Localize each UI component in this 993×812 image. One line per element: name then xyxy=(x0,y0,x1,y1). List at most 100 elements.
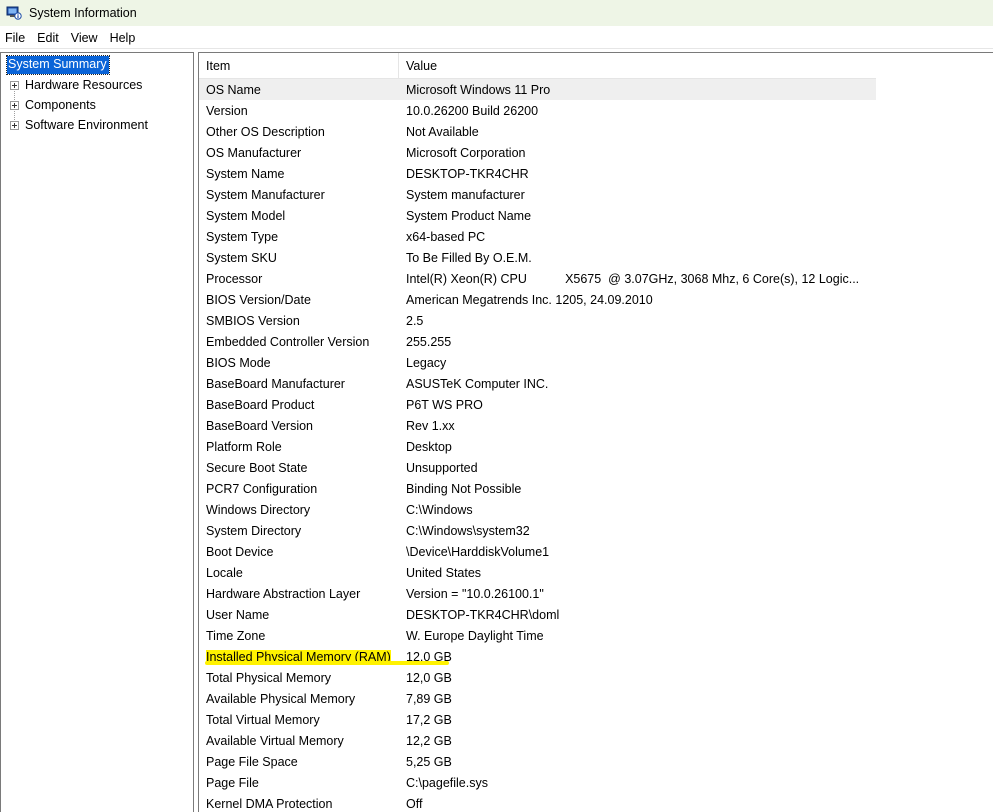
row-value: x64-based PC xyxy=(406,229,486,244)
row-item: Boot Device xyxy=(199,545,399,559)
system-information-icon xyxy=(6,5,22,21)
row-item-text: BaseBoard Manufacturer xyxy=(206,376,345,391)
table-row[interactable]: Processor Intel(R) Xeon(R) CPU X5675 @ 3.… xyxy=(199,268,876,289)
table-row[interactable]: System Model System Product Name xyxy=(199,205,876,226)
row-value: Version = "10.0.26100.1" xyxy=(406,586,544,601)
table-row[interactable]: System Name DESKTOP-TKR4CHR xyxy=(199,163,876,184)
window-title: System Information xyxy=(29,6,137,20)
row-item: Hardware Abstraction Layer xyxy=(199,587,399,601)
row-item: Page File xyxy=(199,776,399,790)
list-header: Item Value xyxy=(199,53,876,79)
table-row[interactable]: Other OS Description Not Available xyxy=(199,121,876,142)
table-row[interactable]: System Directory C:\Windows\system32 xyxy=(199,520,876,541)
tree-item-label: Components xyxy=(25,98,96,112)
expand-icon[interactable] xyxy=(10,121,19,130)
row-item-text: Boot Device xyxy=(206,544,274,559)
row-item: Available Virtual Memory xyxy=(199,734,399,748)
table-row[interactable]: Available Virtual Memory 12,2 GB xyxy=(199,730,876,751)
row-item-text: OS Name xyxy=(206,82,261,97)
menu-view[interactable]: View xyxy=(66,31,105,45)
row-item: Total Physical Memory xyxy=(199,671,399,685)
table-row[interactable]: PCR7 Configuration Binding Not Possible xyxy=(199,478,876,499)
table-row[interactable]: Windows Directory C:\Windows xyxy=(199,499,876,520)
row-item-text: Secure Boot State xyxy=(206,460,308,475)
row-value: Intel(R) Xeon(R) CPU X5675 @ 3.07GHz, 30… xyxy=(406,271,860,286)
row-value: 12,0 GB xyxy=(406,649,452,664)
row-item-text: Platform Role xyxy=(206,439,282,454)
table-row[interactable]: Platform Role Desktop xyxy=(199,436,876,457)
row-item: System Model xyxy=(199,209,399,223)
row-item-text: PCR7 Configuration xyxy=(206,481,318,496)
table-row[interactable]: Secure Boot State Unsupported xyxy=(199,457,876,478)
row-value: Rev 1.xx xyxy=(406,418,455,433)
details-list[interactable]: Item Value OS Name Microsoft Windows 11 P… xyxy=(198,52,993,812)
table-row[interactable]: Total Physical Memory 12,0 GB xyxy=(199,667,876,688)
row-item: BIOS Mode xyxy=(199,356,399,370)
table-row[interactable]: User Name DESKTOP-TKR4CHR\doml xyxy=(199,604,876,625)
menu-help[interactable]: Help xyxy=(105,31,143,45)
row-value: 2.5 xyxy=(406,313,424,328)
table-row[interactable]: Time Zone W. Europe Daylight Time xyxy=(199,625,876,646)
row-item: Time Zone xyxy=(199,629,399,643)
row-item-text: Hardware Abstraction Layer xyxy=(206,586,361,601)
table-row[interactable]: Embedded Controller Version 255.255 xyxy=(199,331,876,352)
table-row[interactable]: OS Manufacturer Microsoft Corporation xyxy=(199,142,876,163)
column-header-value[interactable]: Value xyxy=(399,53,876,78)
table-row[interactable]: BaseBoard Product P6T WS PRO xyxy=(199,394,876,415)
row-value: Desktop xyxy=(406,439,452,454)
table-row[interactable]: SMBIOS Version 2.5 xyxy=(199,310,876,331)
row-item-text: Time Zone xyxy=(206,628,266,643)
row-item-text: Kernel DMA Protection xyxy=(206,796,333,811)
table-row[interactable]: System Manufacturer System manufacturer xyxy=(199,184,876,205)
table-row[interactable]: Kernel DMA Protection Off xyxy=(199,793,876,812)
table-row[interactable]: BaseBoard Manufacturer ASUSTeK Computer I… xyxy=(199,373,876,394)
row-value: Off xyxy=(406,796,423,811)
table-row[interactable]: BIOS Mode Legacy xyxy=(199,352,876,373)
expand-icon[interactable] xyxy=(10,101,19,110)
table-row[interactable]: Total Virtual Memory 17,2 GB xyxy=(199,709,876,730)
tree-item-software-environment[interactable]: Software Environment xyxy=(10,118,148,133)
tree-item-components[interactable]: Components xyxy=(10,98,96,113)
table-row[interactable]: Version 10.0.26200 Build 26200 xyxy=(199,100,876,121)
row-item: Available Physical Memory xyxy=(199,692,399,706)
row-item-text: Embedded Controller Version xyxy=(206,334,370,349)
row-item: System Directory xyxy=(199,524,399,538)
tree-item-hardware-resources[interactable]: Hardware Resources xyxy=(10,78,142,93)
row-value: DESKTOP-TKR4CHR xyxy=(406,166,529,181)
row-value: System Product Name xyxy=(406,208,532,223)
menu-edit[interactable]: Edit xyxy=(32,31,66,45)
row-value: ASUSTeK Computer INC. xyxy=(406,376,549,391)
table-row[interactable]: Locale United States xyxy=(199,562,876,583)
table-row[interactable]: Available Physical Memory 7,89 GB xyxy=(199,688,876,709)
table-row[interactable]: System Type x64-based PC xyxy=(199,226,876,247)
table-row[interactable]: Page File C:\pagefile.sys xyxy=(199,772,876,793)
table-row[interactable]: Boot Device \Device\HarddiskVolume1 xyxy=(199,541,876,562)
expand-icon[interactable] xyxy=(10,81,19,90)
row-item-text: System Directory xyxy=(206,523,302,538)
row-item-text: System Name xyxy=(206,166,285,181)
row-item-text: Locale xyxy=(206,565,243,580)
row-item-text: BaseBoard Version xyxy=(206,418,314,433)
row-item-text: Processor xyxy=(206,271,263,286)
table-row[interactable]: BIOS Version/Date American Megatrends Inc… xyxy=(199,289,876,310)
table-row[interactable]: OS Name Microsoft Windows 11 Pro xyxy=(199,79,876,100)
row-value: 12,0 GB xyxy=(406,670,452,685)
row-item-text: Page File xyxy=(206,775,259,790)
tree-item-system-summary[interactable]: System Summary xyxy=(6,55,110,75)
table-row[interactable]: System SKU To Be Filled By O.E.M. xyxy=(199,247,876,268)
row-value: 17,2 GB xyxy=(406,712,452,727)
row-value: 255.255 xyxy=(406,334,452,349)
column-header-item[interactable]: Item xyxy=(199,53,399,78)
row-item: System Type xyxy=(199,230,399,244)
table-row[interactable]: Page File Space 5,25 GB xyxy=(199,751,876,772)
row-item-text: BIOS Mode xyxy=(206,355,271,370)
row-item: System Manufacturer xyxy=(199,188,399,202)
table-row[interactable]: BaseBoard Version Rev 1.xx xyxy=(199,415,876,436)
table-row[interactable]: Hardware Abstraction Layer Version = "10.… xyxy=(199,583,876,604)
category-tree[interactable]: System Summary Hardware Resources Compon… xyxy=(0,52,194,812)
row-item-text: Page File Space xyxy=(206,754,298,769)
row-value: 5,25 GB xyxy=(406,754,452,769)
row-value: Legacy xyxy=(406,355,447,370)
menu-file[interactable]: File xyxy=(0,31,32,45)
row-item: Processor xyxy=(199,272,399,286)
